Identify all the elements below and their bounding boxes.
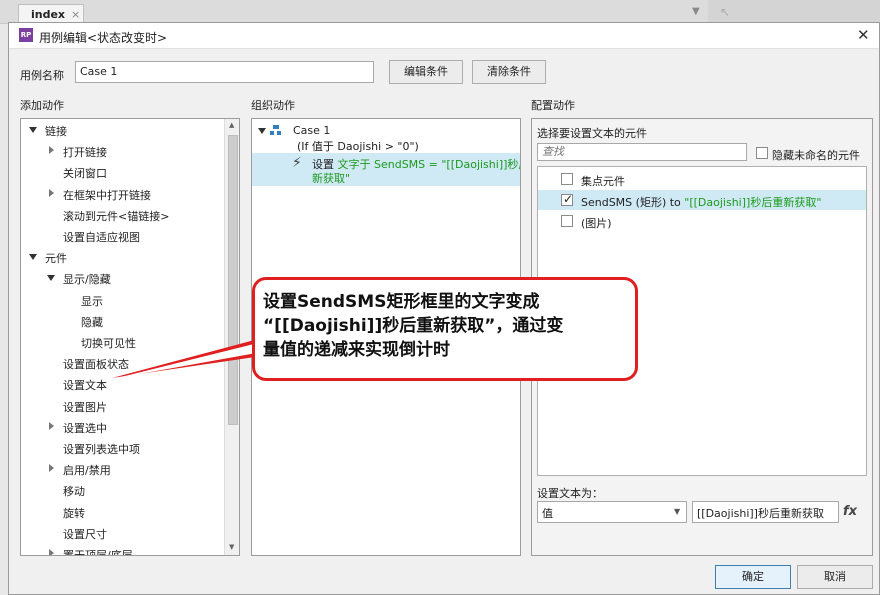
annotation-line-1: 设置SendSMS矩形框里的文字变成 xyxy=(263,292,540,312)
pointer-arrow xyxy=(112,338,262,378)
annotation-line-3: 量值的递减来实现倒计时 xyxy=(263,340,450,360)
annotation-line-2: “[[Daojishi]]秒后重新获取”，通过变 xyxy=(263,316,564,336)
annotation-callout: 设置SendSMS矩形框里的文字变成 “[[Daojishi]]秒后重新获取”，… xyxy=(252,277,638,381)
